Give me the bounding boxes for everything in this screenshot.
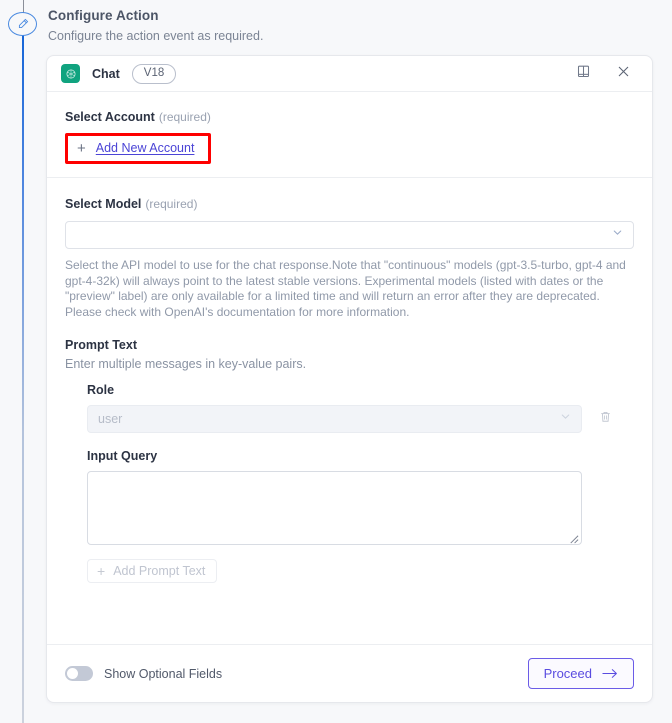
role-value: user [98, 412, 123, 426]
card-header: Chat V18 [47, 56, 652, 92]
show-optional-fields-toggle[interactable] [65, 666, 93, 681]
select-model-required-tag: (required) [145, 197, 198, 211]
select-model-label-row: Select Model (required) [65, 195, 634, 213]
select-account-section: Select Account (required) + Add New Accou… [47, 92, 652, 177]
prompt-text-section: Prompt Text Enter multiple messages in k… [47, 320, 652, 583]
add-prompt-text-label: Add Prompt Text [113, 564, 206, 578]
prompt-text-label: Prompt Text [65, 338, 137, 352]
select-account-label: Select Account [65, 110, 155, 124]
select-account-required-tag: (required) [158, 110, 211, 124]
select-model-help-text: Select the API model to use for the chat… [65, 258, 626, 319]
role-dropdown[interactable]: user [87, 405, 582, 433]
delete-prompt-button[interactable] [594, 405, 616, 433]
select-account-label-row: Select Account (required) [65, 108, 634, 126]
resize-handle-icon[interactable] [568, 531, 579, 544]
card-footer: Show Optional Fields Proceed [47, 644, 652, 702]
proceed-label: Proceed [543, 666, 592, 681]
select-model-label: Select Model [65, 197, 142, 211]
arrow-right-icon [602, 668, 618, 680]
pencil-icon [17, 18, 29, 30]
timeline-connector [22, 32, 24, 723]
prompt-text-sublabel: Enter multiple messages in key-value pai… [65, 357, 307, 371]
page-subtitle: Configure the action event as required. [48, 29, 264, 43]
input-query-textarea[interactable] [87, 471, 582, 545]
prompt-item: Role user Input Query + Add Prompt Text [65, 382, 634, 583]
role-row: user [87, 405, 634, 433]
app-name: Chat [92, 66, 120, 81]
trash-icon [599, 410, 612, 429]
plus-icon: + [77, 139, 86, 157]
plus-icon: + [97, 563, 106, 579]
add-new-account-highlight[interactable]: + Add New Account [65, 133, 211, 164]
select-model-section: Select Model (required) Select the API mo… [47, 178, 652, 320]
close-icon [616, 64, 631, 84]
add-prompt-text-button[interactable]: + Add Prompt Text [87, 559, 218, 583]
page-title: Configure Action [48, 8, 159, 23]
openai-logo-icon [61, 64, 80, 83]
section-heading: Configure Action Configure the action ev… [48, 8, 263, 44]
version-badge[interactable]: V18 [131, 63, 177, 84]
toggle-knob [67, 668, 78, 679]
add-new-account-link[interactable]: Add New Account [96, 141, 195, 155]
step-badge-configure-action[interactable] [8, 12, 37, 36]
close-button[interactable] [610, 61, 636, 87]
card-body: Select Account (required) + Add New Accou… [47, 92, 652, 644]
role-label: Role [87, 383, 115, 397]
docs-button[interactable] [570, 61, 596, 87]
select-model-dropdown[interactable] [65, 221, 634, 249]
book-icon [576, 64, 591, 84]
show-optional-fields-label: Show Optional Fields [104, 666, 223, 681]
proceed-button[interactable]: Proceed [527, 658, 634, 689]
chevron-down-icon [611, 226, 624, 244]
step-timeline-rail [0, 0, 46, 723]
configure-action-card: Chat V18 Select Account (required) + Add… [46, 55, 653, 703]
input-query-label: Input Query [87, 449, 158, 463]
chevron-down-icon [559, 410, 572, 428]
